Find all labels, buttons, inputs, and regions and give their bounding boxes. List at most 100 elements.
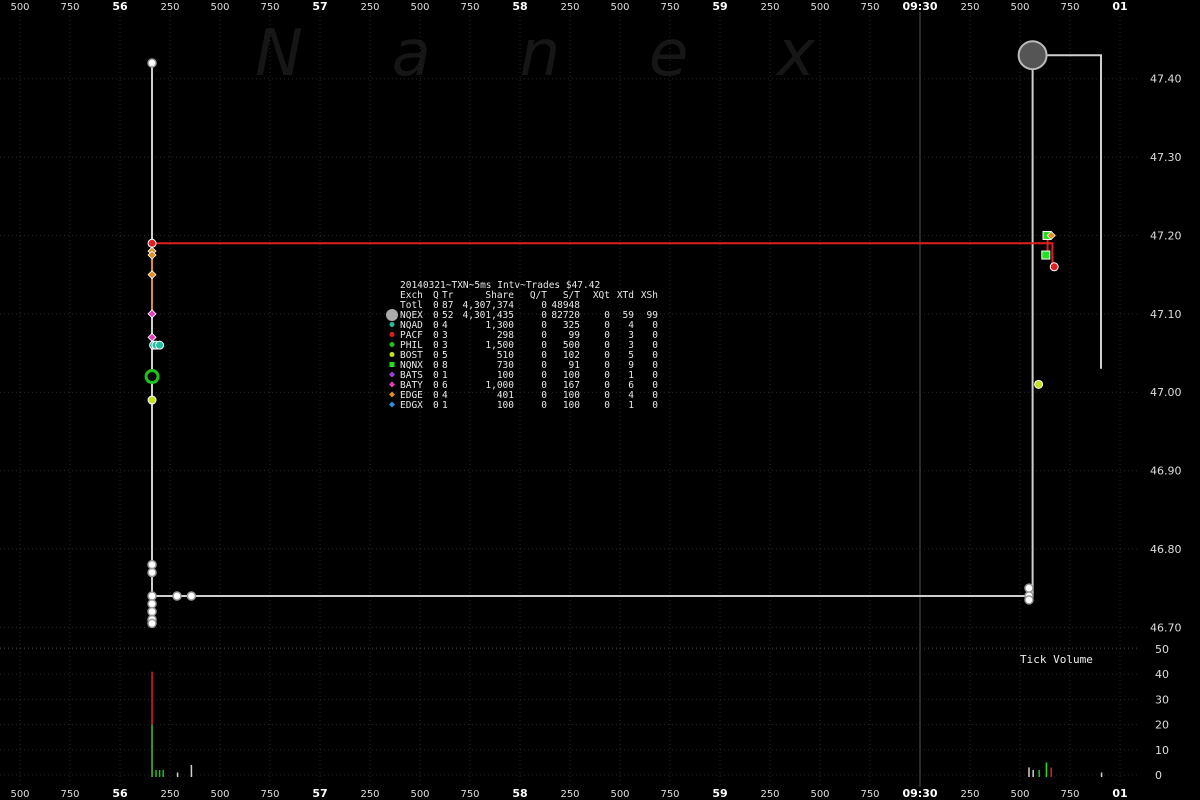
x-tick-top: 09:30 [902,0,937,13]
price-lines [151,54,1102,597]
point-edge [147,270,157,280]
point-nqex [147,559,157,570]
series-line [1032,54,1102,369]
legend-marker [389,381,395,388]
price-tick-label: 47.40 [1150,73,1182,86]
point-nqex [147,567,157,578]
x-tick-top: 750 [260,2,279,13]
volume-bar [1050,767,1052,777]
volume-bar [176,772,179,777]
x-tick-top: 500 [410,2,429,13]
x-tick-top: 01 [1112,0,1127,13]
x-tick-top: 59 [712,0,727,13]
legend-marker [389,322,395,327]
legend: 20140321~TXN~5ms Intv~Trades $47.42Exch Q… [386,280,658,411]
x-tick-bottom: 750 [460,789,479,800]
point-nqnx [1041,250,1051,260]
volume-bar [1038,769,1040,777]
x-tick-bottom: 250 [160,789,179,800]
trade-points [144,40,1059,629]
point-nqex [147,618,157,629]
legend-cell: 1 [628,400,634,411]
point-nqex [147,599,157,609]
legend-marker [386,309,398,321]
x-tick-bottom: 09:30 [902,787,937,800]
x-tick-top: 750 [60,2,79,13]
x-tick-bottom: 01 [1112,787,1127,800]
legend-marker [389,371,395,378]
point-bost [147,395,157,405]
x-tick-top: 56 [112,0,128,13]
x-tick-bottom: 250 [760,789,779,800]
volume-tick-label: 10 [1155,744,1169,757]
price-tick-label: 47.00 [1150,386,1182,399]
legend-marker [389,332,395,337]
point-nqex [172,591,182,601]
x-tick-top: 250 [360,2,379,13]
legend-cell: 1 [442,400,448,411]
x-tick-top: 250 [960,2,979,13]
point-nqad [155,340,165,350]
point-pacf [1049,262,1059,272]
legend-header-cell: XSh [641,290,658,301]
volume-bar [1032,769,1034,777]
volume-bar [190,764,193,777]
point-nqex [1017,40,1048,71]
volume-tick-label: 40 [1155,668,1169,681]
point-pacf [147,238,157,248]
volume-tick-label: 50 [1155,643,1169,656]
x-tick-bottom: 250 [960,789,979,800]
volume-bar [155,769,157,777]
x-tick-bottom: 750 [660,789,679,800]
price-tick-label: 46.90 [1150,465,1182,478]
legend-header-cell: XTd [617,290,634,301]
legend-cell: 0 [541,400,547,411]
x-tick-top: 750 [860,2,879,13]
legend-cell: 100 [563,400,580,411]
x-tick-bottom: 250 [360,789,379,800]
x-tick-top: 500 [210,2,229,13]
x-tick-bottom: 500 [810,789,829,800]
volume-bar [158,769,161,777]
price-tick-label: 46.70 [1150,621,1182,634]
point-baty [147,332,157,342]
x-tick-top: 250 [760,2,779,13]
legend-cell: 0 [652,400,658,411]
price-tick-label: 46.80 [1150,543,1182,556]
price-tick-label: 47.30 [1150,151,1182,164]
x-tick-top: 57 [312,0,327,13]
legend-cell: 0 [433,400,439,411]
volume-bar [1028,767,1030,777]
point-bost [1034,379,1044,389]
legend-marker [389,391,395,398]
legend-marker [389,362,395,367]
volume-axis-label: Tick Volume [1020,653,1093,666]
x-tick-top: 500 [10,2,29,13]
legend-header-cell: XQt [593,290,610,301]
point-phil [144,369,160,385]
x-tick-top: 250 [160,2,179,13]
series-line [152,242,1055,264]
legend-cell: EDGX [400,400,423,411]
x-tick-bottom: 58 [512,787,527,800]
x-tick-bottom: 500 [1010,789,1029,800]
x-tick-bottom: 500 [410,789,429,800]
x-tick-bottom: 750 [1060,789,1079,800]
legend-cell: 100 [497,400,514,411]
price-tick-label: 47.20 [1150,229,1182,242]
legend-cell: 0 [604,400,610,411]
volume-tick-label: 20 [1155,719,1169,732]
point-nqex [147,591,157,601]
x-tick-top: 500 [810,2,829,13]
x-tick-bottom: 500 [610,789,629,800]
volume-bar [1045,762,1048,777]
x-tick-bottom: 59 [712,787,727,800]
volume-bar [162,769,164,777]
x-tick-top: 500 [610,2,629,13]
point-nqex [186,591,197,601]
watermark: N a n e x [255,17,816,91]
volume-bars [151,671,1103,777]
price-tick-label: 47.10 [1150,308,1182,321]
x-tick-bottom: 56 [112,787,128,800]
legend-marker [389,352,395,357]
